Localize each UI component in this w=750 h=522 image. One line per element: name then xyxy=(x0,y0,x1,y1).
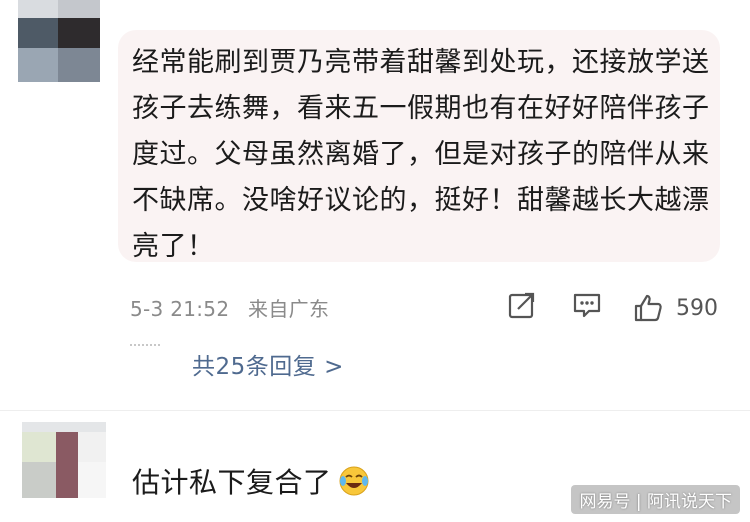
avatar-pixel xyxy=(78,432,106,462)
comment-separator xyxy=(0,410,750,411)
reply-divider xyxy=(130,344,160,347)
avatar-pixel xyxy=(22,422,106,432)
comment-text: 估计私下复合了 xyxy=(132,461,370,501)
avatar[interactable] xyxy=(18,0,100,82)
like-count: 590 xyxy=(676,295,718,321)
avatar-pixel xyxy=(22,462,56,498)
avatar-pixel xyxy=(78,462,106,498)
comment-button[interactable] xyxy=(572,290,602,326)
avatar[interactable] xyxy=(22,422,106,498)
avatar-pixel xyxy=(56,432,78,498)
avatar-pixel xyxy=(58,18,100,48)
view-replies-link[interactable]: 共25条回复 > xyxy=(192,347,344,381)
comment-meta: 5-3 21:52 来自广东 xyxy=(130,293,329,322)
comment2-text: 估计私下复合了 xyxy=(132,466,332,499)
comment-location: 来自广东 xyxy=(248,297,330,321)
comment-text: 经常能刷到贾乃亮带着甜馨到处玩，还接放学送孩子去练舞，看来五一假期也有在好好陪伴… xyxy=(132,47,710,262)
avatar-pixel xyxy=(18,0,58,18)
avatar-pixel xyxy=(18,18,58,48)
share-button[interactable] xyxy=(507,290,537,326)
avatar-pixel xyxy=(18,48,58,82)
avatar-pixel xyxy=(58,48,100,82)
thumbs-up-icon xyxy=(634,294,662,322)
comment-date: 5-3 21:52 xyxy=(130,297,230,321)
comment-bubble-icon xyxy=(573,293,601,318)
crying-laughing-emoji-icon xyxy=(339,466,369,496)
like-button[interactable]: 590 xyxy=(632,290,732,326)
avatar-pixel xyxy=(22,432,56,462)
watermark: 网易号 | 阿讯说天下 xyxy=(571,485,740,514)
avatar-pixel xyxy=(58,0,100,18)
share-edit-icon xyxy=(508,292,535,319)
